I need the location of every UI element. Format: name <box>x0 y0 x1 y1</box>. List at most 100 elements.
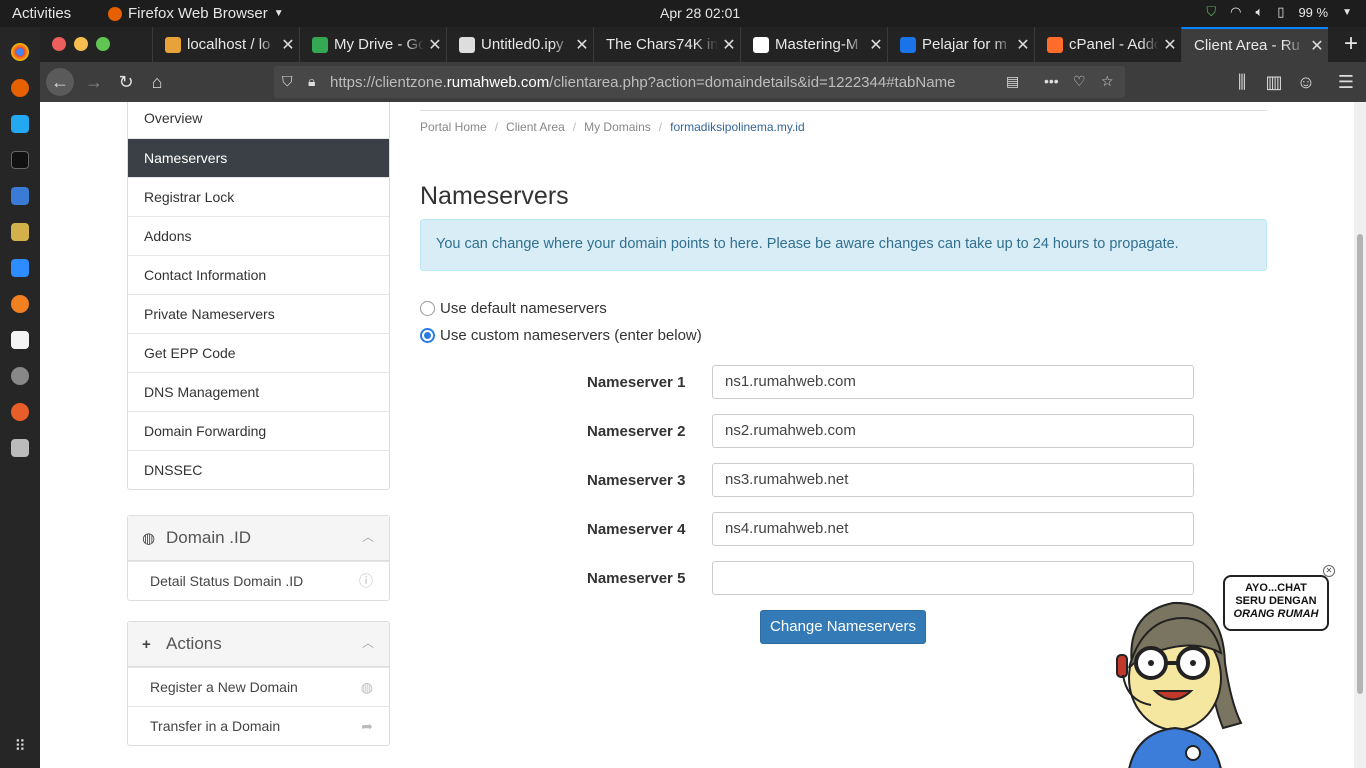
nameserver-1-input[interactable]: ns1.rumahweb.com <box>712 365 1194 399</box>
sidebar-item-dns-management[interactable]: DNS Management <box>128 372 389 411</box>
panel-heading[interactable]: + Actions ︿ <box>128 622 389 667</box>
breadcrumb-item[interactable]: Portal Home <box>420 120 487 134</box>
tab[interactable]: localhost / lo ✕ <box>152 27 299 62</box>
radio-default-nameservers[interactable]: Use default nameservers <box>420 300 607 317</box>
firefox-icon[interactable] <box>11 79 29 97</box>
breadcrumb-item[interactable]: My Domains <box>584 120 651 134</box>
nameserver-3-input[interactable]: ns3.rumahweb.net <box>712 463 1194 497</box>
files-icon[interactable] <box>11 439 29 457</box>
back-button[interactable]: ← <box>46 68 74 96</box>
maximize-window-button[interactable] <box>96 37 110 51</box>
change-nameservers-button[interactable]: Change Nameservers <box>760 610 926 644</box>
tab-title: Client Area - Ru <box>1194 37 1300 54</box>
camera-icon[interactable] <box>11 367 29 385</box>
nameserver-2-input[interactable]: ns2.rumahweb.com <box>712 414 1194 448</box>
firefox-icon <box>108 6 122 21</box>
tab-title: Untitled0.ipy <box>481 36 564 53</box>
url-bar[interactable]: ⛉ 🔒︎ https://clientzone.rumahweb.com/cli… <box>274 66 1125 98</box>
menu-icon[interactable]: ☰ <box>1332 68 1360 96</box>
sidebar-item-addons[interactable]: Addons <box>128 216 389 255</box>
close-icon[interactable]: ✕ <box>1306 36 1328 56</box>
sidebar-item-registrar-lock[interactable]: Registrar Lock <box>128 177 389 216</box>
breadcrumb-current[interactable]: formadiksipolinema.my.id <box>670 120 805 134</box>
notes-icon[interactable] <box>11 331 29 349</box>
radio-button[interactable] <box>420 301 435 316</box>
app-grid-icon[interactable]: ⠿ <box>11 737 29 755</box>
tab[interactable]: The Chars74K im ✕ <box>593 27 740 62</box>
tab[interactable]: Untitled0.ipy ✕ <box>446 27 593 62</box>
breadcrumb-item[interactable]: Client Area <box>506 120 565 134</box>
close-icon[interactable]: ✕ <box>865 35 887 55</box>
shield-icon[interactable]: ⛉ <box>282 73 293 90</box>
sidebar-item-private-nameservers[interactable]: Private Nameservers <box>128 294 389 333</box>
sidebar-item-transfer-domain[interactable]: Transfer in a Domain ➦ <box>128 706 389 745</box>
system-top-bar: Activities Firefox Web Browser ▼ Apr 28 … <box>0 0 1366 27</box>
clock[interactable]: Apr 28 02:01 <box>660 5 740 21</box>
page-scrollbar[interactable] <box>1354 102 1366 768</box>
nameserver-3-label: Nameserver 3 <box>587 472 686 489</box>
live-chat-widget[interactable]: AYO...CHAT SERU DENGAN ORANG RUMAH ✕ <box>1113 565 1343 768</box>
chat-speech-bubble[interactable]: AYO...CHAT SERU DENGAN ORANG RUMAH <box>1223 575 1329 631</box>
more-icon[interactable]: ••• <box>1044 73 1059 89</box>
home-button[interactable]: ⌂ <box>143 68 171 96</box>
share-icon: ➦ <box>361 718 373 734</box>
sidebar-item-nameservers[interactable]: Nameservers <box>128 138 389 177</box>
tab-title: Mastering-M <box>775 36 859 53</box>
bookmark-star-icon[interactable]: ☆ <box>1101 73 1114 90</box>
chevron-up-icon[interactable]: ︿ <box>362 634 374 651</box>
radio-custom-nameservers[interactable]: Use custom nameservers (enter below) <box>420 327 702 344</box>
sidebar-item-domain-forwarding[interactable]: Domain Forwarding <box>128 411 389 450</box>
tab[interactable]: My Drive - Go ✕ <box>299 27 446 62</box>
lock-icon[interactable]: 🔒︎ <box>308 73 315 90</box>
sidebar-item-register-domain[interactable]: Register a New Domain ◍ <box>128 667 389 706</box>
close-icon[interactable]: ✕ <box>1012 35 1034 55</box>
sidebar-item-detail-status-domain[interactable]: Detail Status Domain .ID ⓘ <box>128 561 389 600</box>
tab-favicon-icon <box>900 36 916 53</box>
sidebar-item-get-epp-code[interactable]: Get EPP Code <box>128 333 389 372</box>
system-tray[interactable]: ⛉ ◠ 🔈︎ ▯ 99 % ▼ <box>1206 4 1352 20</box>
app-icon[interactable] <box>11 187 29 205</box>
close-icon[interactable]: ✕ <box>424 35 446 55</box>
panel-heading[interactable]: ◍ Domain .ID ︿ <box>128 516 389 561</box>
panel-title: Actions <box>166 634 222 653</box>
sidebar-icon[interactable]: ▥ <box>1260 68 1288 96</box>
close-icon[interactable]: ✕ <box>277 35 299 55</box>
sidebar-item-dnssec[interactable]: DNSSEC <box>128 450 389 489</box>
radio-button-checked[interactable] <box>420 328 435 343</box>
media-player-icon[interactable] <box>11 295 29 313</box>
new-tab-button[interactable]: + <box>1344 30 1358 58</box>
close-icon[interactable]: ✕ <box>1159 35 1181 55</box>
nameserver-4-input[interactable]: ns4.rumahweb.net <box>712 512 1194 546</box>
tab[interactable]: Pelajar for m ✕ <box>887 27 1034 62</box>
account-icon[interactable]: ☺ <box>1292 68 1320 96</box>
battery-level: 99 % <box>1298 4 1329 20</box>
app-icon[interactable] <box>11 223 29 241</box>
compass-icon[interactable] <box>11 403 29 421</box>
tab[interactable]: Mastering-M ✕ <box>740 27 887 62</box>
close-window-button[interactable] <box>52 37 66 51</box>
vscode-icon[interactable] <box>11 115 29 133</box>
minimize-window-button[interactable] <box>74 37 88 51</box>
library-icon[interactable]: ⫼ <box>1228 68 1256 96</box>
sidebar-item-contact-information[interactable]: Contact Information <box>128 255 389 294</box>
chrome-icon[interactable] <box>11 43 29 61</box>
reload-button[interactable]: ↻ <box>112 68 140 96</box>
tab-active[interactable]: Client Area - Ru ✕ <box>1181 27 1328 62</box>
forward-button[interactable]: → <box>80 68 108 96</box>
app-menu[interactable]: Firefox Web Browser ▼ <box>108 5 284 22</box>
tab[interactable]: cPanel - Addo ✕ <box>1034 27 1181 62</box>
close-icon[interactable]: ✕ <box>718 35 740 55</box>
navigation-toolbar: ← → ↻ ⌂ ⛉ 🔒︎ https://clientzone.rumahweb… <box>40 62 1366 102</box>
chevron-up-icon[interactable]: ︿ <box>362 528 374 545</box>
terminal-icon[interactable] <box>11 151 29 169</box>
activities-button[interactable]: Activities <box>12 5 71 22</box>
scrollbar-thumb[interactable] <box>1357 234 1363 694</box>
tab-favicon-icon <box>753 36 769 53</box>
tab-title: cPanel - Addo <box>1069 36 1159 53</box>
close-icon[interactable]: ✕ <box>1323 565 1335 577</box>
close-icon[interactable]: ✕ <box>571 35 593 55</box>
zoom-icon[interactable] <box>11 259 29 277</box>
sidebar-item-overview[interactable]: Overview <box>128 102 389 138</box>
pocket-icon[interactable]: ♡ <box>1073 73 1086 90</box>
reader-view-icon[interactable]: ▤ <box>1006 73 1019 90</box>
